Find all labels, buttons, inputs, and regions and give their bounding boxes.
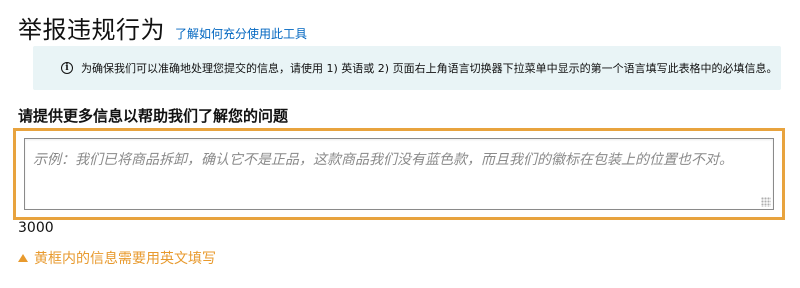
details-section-label: 请提供更多信息以帮助我们了解您的问题 xyxy=(18,107,289,125)
english-required-highlight: 示例：我们已将商品拆卸，确认它不是正品，这款商品我们没有蓝色款，而且我们的徽标在… xyxy=(13,128,785,220)
report-violation-page: 举报违规行为 了解如何充分使用此工具 i 为确保我们可以准确地处理您提交的信息，… xyxy=(0,0,800,288)
info-banner-text: 为确保我们可以准确地处理您提交的信息，请使用 1) 英语或 2) 页面右上角语言… xyxy=(81,62,778,75)
details-textarea[interactable]: 示例：我们已将商品拆卸，确认它不是正品，这款商品我们没有蓝色款，而且我们的徽标在… xyxy=(24,138,774,210)
char-counter: 3000 xyxy=(18,220,54,236)
help-link[interactable]: 了解如何充分使用此工具 xyxy=(175,25,307,42)
page-title: 举报违规行为 xyxy=(18,16,165,44)
details-textarea-placeholder: 示例：我们已将商品拆卸，确认它不是正品，这款商品我们没有蓝色款，而且我们的徽标在… xyxy=(33,152,733,168)
info-banner: i 为确保我们可以准确地处理您提交的信息，请使用 1) 英语或 2) 页面右上角… xyxy=(33,46,781,90)
page-header: 举报违规行为 了解如何充分使用此工具 xyxy=(18,10,782,44)
english-required-note-text: 黄框内的信息需要用英文填写 xyxy=(34,251,216,267)
info-icon: i xyxy=(61,62,73,74)
resize-grip-icon[interactable] xyxy=(761,197,771,207)
english-required-note: 黄框内的信息需要用英文填写 xyxy=(18,248,216,268)
warning-triangle-icon xyxy=(18,254,28,262)
